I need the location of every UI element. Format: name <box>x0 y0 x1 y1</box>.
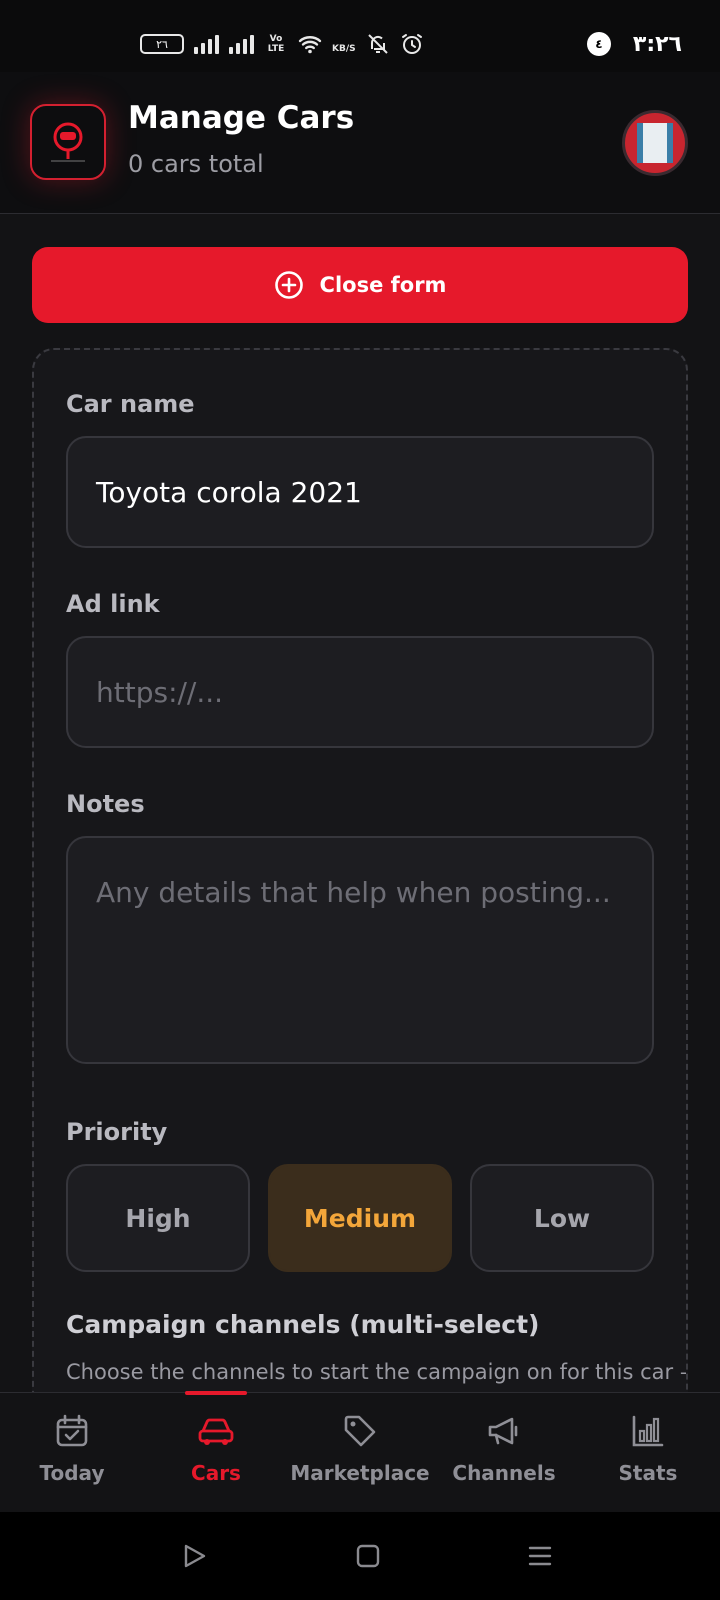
wifi-icon <box>298 36 322 54</box>
nav-stats[interactable]: Stats <box>576 1393 720 1513</box>
notes-label: Notes <box>66 790 145 818</box>
calendar-check-icon <box>56 1414 88 1447</box>
nav-today[interactable]: Today <box>0 1393 144 1513</box>
car-name-input[interactable]: Toyota corola 2021 <box>66 436 654 548</box>
alarm-icon <box>401 34 422 54</box>
car-count: 0 cars total <box>128 150 264 178</box>
nav-today-label: Today <box>39 1461 105 1485</box>
system-home-button[interactable] <box>352 1540 384 1572</box>
signal-2-icon <box>229 34 254 54</box>
nav-marketplace-label: Marketplace <box>290 1461 430 1485</box>
network-speed: KB/S <box>332 44 356 54</box>
play-back-icon <box>184 1544 206 1568</box>
app-header: Manage Cars 0 cars total <box>0 72 720 214</box>
app-screen: ٢٦ Vo LTE KB/S ٤ ٣:٢٦ Manage Cars 0 cars… <box>0 0 720 1600</box>
car-logo-icon <box>30 104 106 180</box>
close-form-label: Close form <box>319 273 447 297</box>
status-bar-left: ٢٦ Vo LTE KB/S <box>140 30 424 58</box>
notification-badge: ٤ <box>586 32 611 56</box>
campaign-channels-title: Campaign channels (multi-select) <box>66 1310 540 1339</box>
ad-link-input[interactable]: https://... <box>66 636 654 748</box>
clock: ٣:٢٦ <box>632 31 682 57</box>
system-menu-button[interactable] <box>524 1540 556 1572</box>
battery-icon: ٢٦ <box>140 34 184 54</box>
avatar[interactable] <box>622 110 688 176</box>
priority-medium-button[interactable]: Medium <box>268 1164 452 1272</box>
car-icon <box>198 1418 234 1445</box>
nav-cars-label: Cars <box>191 1461 241 1485</box>
notes-textarea[interactable]: Any details that help when posting... <box>66 836 654 1064</box>
bottom-navigation: Today Cars Marketplace Channels Stats <box>0 1391 720 1513</box>
signal-icon <box>194 34 219 54</box>
menu-lines-icon <box>528 1546 552 1566</box>
square-home-icon <box>356 1544 380 1568</box>
nav-stats-label: Stats <box>618 1461 678 1485</box>
status-bar-right: ٤ ٣:٢٦ <box>586 30 682 58</box>
close-form-button[interactable]: Close form <box>32 247 688 323</box>
plus-circle-icon <box>274 271 303 299</box>
system-back-button[interactable] <box>178 1540 210 1572</box>
notes-placeholder: Any details that help when posting... <box>96 876 611 909</box>
page-title: Manage Cars <box>128 100 355 136</box>
nav-channels-label: Channels <box>452 1461 556 1485</box>
avatar-image <box>637 123 673 163</box>
car-name-label: Car name <box>66 390 195 418</box>
nav-channels[interactable]: Channels <box>432 1393 576 1513</box>
volte-indicator: Vo LTE <box>267 34 285 54</box>
status-bar: ٢٦ Vo LTE KB/S ٤ ٣:٢٦ <box>0 0 720 72</box>
nav-cars[interactable]: Cars <box>144 1391 288 1513</box>
bar-chart-icon <box>632 1415 664 1447</box>
car-name-value: Toyota corola 2021 <box>96 475 362 509</box>
priority-selector: High Medium Low <box>66 1164 654 1272</box>
battery-level: ٢٦ <box>156 37 168 51</box>
ad-link-placeholder: https://... <box>96 675 224 709</box>
priority-high-button[interactable]: High <box>66 1164 250 1272</box>
priority-low-button[interactable]: Low <box>470 1164 654 1272</box>
tag-icon <box>344 1415 376 1447</box>
active-tab-indicator <box>185 1391 247 1395</box>
campaign-channels-description: Choose the channels to start the campaig… <box>66 1360 686 1384</box>
mute-bell-icon <box>367 34 388 54</box>
ad-link-label: Ad link <box>66 590 160 618</box>
nav-marketplace[interactable]: Marketplace <box>288 1393 432 1513</box>
system-navigation-bar <box>0 1512 720 1600</box>
priority-label: Priority <box>66 1118 168 1146</box>
megaphone-icon <box>488 1417 518 1445</box>
